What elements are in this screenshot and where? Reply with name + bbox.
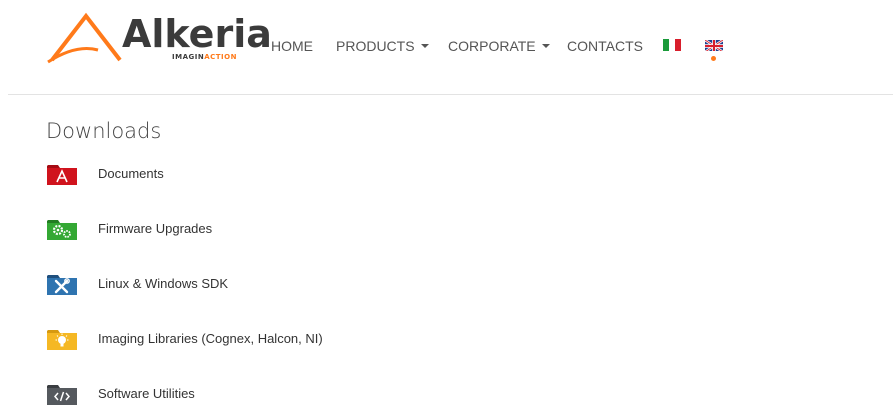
logo-tagline: IMAGINACTION — [172, 53, 237, 61]
nav-home[interactable]: HOME — [271, 36, 313, 56]
download-label: Software Utilities — [98, 386, 195, 401]
italian-flag-icon[interactable] — [663, 39, 681, 51]
download-label: Documents — [98, 166, 164, 181]
header-divider — [8, 94, 893, 95]
download-item-firmware[interactable]: Firmware Upgrades — [46, 217, 446, 241]
tools-icon — [47, 275, 77, 295]
uk-flag-icon[interactable] — [705, 39, 723, 51]
site-header: Alkeria IMAGINACTION HOME PRODUCTS CORPO… — [0, 0, 893, 95]
alkeria-logo[interactable]: Alkeria IMAGINACTION — [46, 10, 272, 66]
download-label: Linux & Windows SDK — [98, 276, 229, 291]
lightbulb-icon — [47, 330, 77, 350]
download-label: Imaging Libraries (Cognex, Halcon, NI) — [98, 331, 323, 346]
code-icon — [47, 385, 77, 405]
page-title: Downloads — [46, 119, 162, 143]
nav-contacts[interactable]: CONTACTS — [567, 36, 643, 56]
download-item-sdk[interactable]: Linux & Windows SDK — [46, 272, 446, 296]
nav-corporate[interactable]: CORPORATE — [448, 36, 550, 56]
chevron-down-icon — [541, 44, 550, 49]
download-item-documents[interactable]: Documents — [46, 162, 446, 186]
download-label: Firmware Upgrades — [98, 221, 213, 236]
download-item-imaging[interactable]: Imaging Libraries (Cognex, Halcon, NI) — [46, 327, 446, 351]
logo-triangle-icon — [47, 12, 122, 64]
gears-icon — [47, 220, 77, 240]
chevron-down-icon — [420, 44, 429, 49]
download-item-software[interactable]: Software Utilities — [46, 382, 446, 406]
nav-products[interactable]: PRODUCTS — [336, 36, 429, 56]
active-language-indicator — [711, 56, 716, 61]
pdf-icon — [47, 165, 77, 185]
logo-wordmark: Alkeria — [122, 12, 272, 56]
